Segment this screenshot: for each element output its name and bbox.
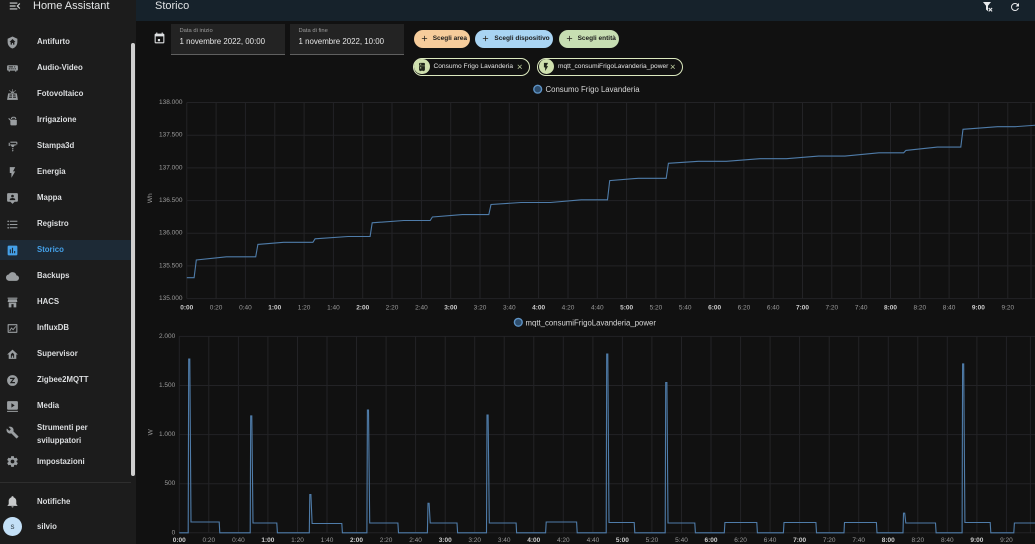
svg-text:9:20: 9:20: [1001, 305, 1014, 312]
svg-text:6:40: 6:40: [767, 305, 780, 312]
svg-text:1.000: 1.000: [159, 431, 176, 438]
svg-text:3:20: 3:20: [474, 305, 487, 312]
svg-text:5:00: 5:00: [620, 305, 633, 312]
svg-text:2:20: 2:20: [380, 537, 393, 544]
svg-text:135.000: 135.000: [159, 295, 183, 302]
svg-text:6:20: 6:20: [738, 305, 751, 312]
svg-text:4:40: 4:40: [587, 537, 600, 544]
svg-text:5:20: 5:20: [650, 305, 663, 312]
svg-text:7:20: 7:20: [825, 305, 838, 312]
svg-text:4:00: 4:00: [532, 305, 545, 312]
svg-text:137.500: 137.500: [159, 132, 183, 139]
svg-text:7:40: 7:40: [855, 305, 868, 312]
svg-text:8:20: 8:20: [911, 537, 924, 544]
svg-text:9:00: 9:00: [972, 305, 985, 312]
svg-text:4:20: 4:20: [562, 305, 575, 312]
svg-text:3:40: 3:40: [503, 305, 516, 312]
svg-text:7:00: 7:00: [793, 537, 806, 544]
svg-text:136.500: 136.500: [159, 197, 183, 204]
svg-text:500: 500: [164, 480, 175, 487]
svg-text:8:20: 8:20: [913, 305, 926, 312]
svg-text:2:00: 2:00: [356, 305, 369, 312]
svg-text:7:00: 7:00: [796, 305, 809, 312]
svg-text:5:40: 5:40: [675, 537, 688, 544]
svg-text:3:20: 3:20: [468, 537, 481, 544]
svg-text:0:20: 0:20: [210, 305, 223, 312]
svg-text:1:00: 1:00: [261, 537, 274, 544]
svg-text:3:40: 3:40: [498, 537, 511, 544]
svg-text:135.500: 135.500: [159, 262, 183, 269]
svg-text:136.000: 136.000: [159, 230, 183, 237]
svg-text:6:40: 6:40: [764, 537, 777, 544]
svg-text:2:40: 2:40: [415, 305, 428, 312]
svg-text:0:40: 0:40: [239, 305, 252, 312]
svg-text:0:40: 0:40: [232, 537, 245, 544]
svg-text:2:40: 2:40: [409, 537, 422, 544]
svg-text:138.000: 138.000: [159, 99, 183, 106]
svg-text:mqtt_consumiFrigoLavanderia_po: mqtt_consumiFrigoLavanderia_power: [526, 318, 657, 327]
svg-text:3:00: 3:00: [439, 537, 452, 544]
svg-text:0:20: 0:20: [202, 537, 215, 544]
svg-text:5:40: 5:40: [679, 305, 692, 312]
svg-text:0: 0: [172, 529, 176, 536]
svg-text:1:20: 1:20: [298, 305, 311, 312]
svg-text:9:20: 9:20: [1000, 537, 1013, 544]
svg-text:Wh: Wh: [147, 193, 154, 203]
svg-text:2:00: 2:00: [350, 537, 363, 544]
svg-text:6:00: 6:00: [708, 305, 721, 312]
svg-text:Consumo Frigo Lavanderia: Consumo Frigo Lavanderia: [546, 85, 641, 94]
svg-text:9:00: 9:00: [970, 537, 983, 544]
svg-text:8:00: 8:00: [884, 305, 897, 312]
svg-text:1:20: 1:20: [291, 537, 304, 544]
svg-text:1:40: 1:40: [327, 305, 340, 312]
svg-text:1:40: 1:40: [321, 537, 334, 544]
svg-text:8:40: 8:40: [941, 537, 954, 544]
svg-text:1:00: 1:00: [268, 305, 281, 312]
svg-text:8:40: 8:40: [943, 305, 956, 312]
svg-text:7:40: 7:40: [852, 537, 865, 544]
svg-text:6:20: 6:20: [734, 537, 747, 544]
svg-text:137.000: 137.000: [159, 164, 183, 171]
svg-text:4:20: 4:20: [557, 537, 570, 544]
svg-text:8:00: 8:00: [882, 537, 895, 544]
svg-text:5:00: 5:00: [616, 537, 629, 544]
svg-text:2:20: 2:20: [386, 305, 399, 312]
svg-text:4:40: 4:40: [591, 305, 604, 312]
svg-text:4:00: 4:00: [527, 537, 540, 544]
svg-text:2.000: 2.000: [159, 333, 176, 340]
svg-text:0:00: 0:00: [180, 305, 193, 312]
svg-text:5:20: 5:20: [646, 537, 659, 544]
svg-text:W: W: [148, 428, 155, 435]
svg-text:1.500: 1.500: [159, 382, 176, 389]
svg-text:3:00: 3:00: [444, 305, 457, 312]
svg-text:7:20: 7:20: [823, 537, 836, 544]
svg-text:6:00: 6:00: [704, 537, 717, 544]
svg-text:0:00: 0:00: [173, 537, 186, 544]
